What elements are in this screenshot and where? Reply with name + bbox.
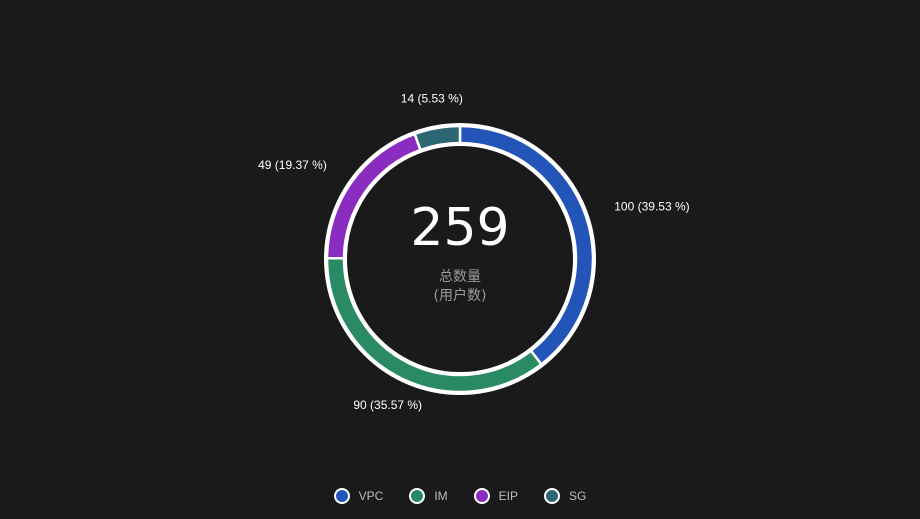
slice-label-eip: 49 (19.37 %) <box>258 158 327 172</box>
legend: VPC IM EIP SG <box>0 488 920 504</box>
legend-swatch-im <box>409 488 426 504</box>
legend-item-sg[interactable]: SG <box>544 488 586 504</box>
slice-label-im: 90 (35.57 %) <box>353 398 422 412</box>
total-caption-line-2: (用户数) <box>433 288 487 304</box>
legend-label-eip: EIP <box>498 489 519 503</box>
chart-stage: 100 (39.53 %) 90 (35.57 %) 49 (19.37 %) 14 … <box>0 0 920 519</box>
legend-swatch-sg <box>544 488 561 504</box>
total-value: 259 <box>410 198 510 258</box>
legend-label-im: IM <box>434 489 448 503</box>
total-caption: 总数量 (用户数) <box>360 268 560 306</box>
total-caption-line-1: 总数量 <box>439 269 481 285</box>
legend-item-im[interactable]: IM <box>409 488 448 504</box>
legend-swatch-eip <box>473 488 490 504</box>
legend-label-vpc: VPC <box>358 489 384 503</box>
slice-label-vpc: 100 (39.53 %) <box>614 199 689 213</box>
legend-item-eip[interactable]: EIP <box>473 488 519 504</box>
legend-item-vpc[interactable]: VPC <box>333 488 384 504</box>
legend-swatch-vpc <box>333 488 350 504</box>
legend-label-sg: SG <box>569 489 587 503</box>
slice-label-sg: 14 (5.53 %) <box>401 91 463 105</box>
